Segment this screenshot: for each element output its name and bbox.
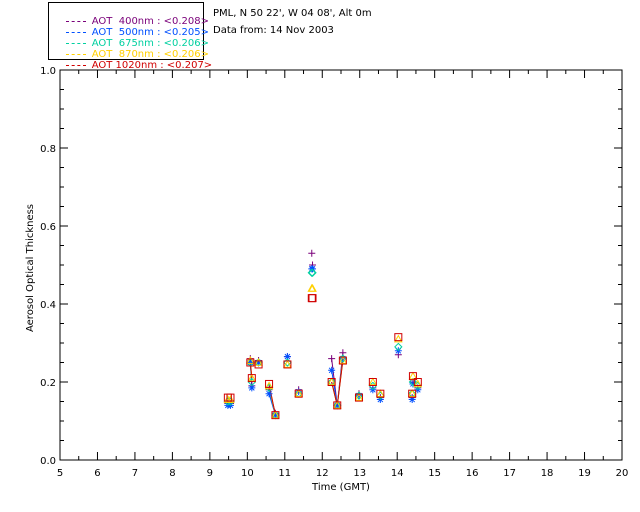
y-axis-label: Aerosol Optical Thickness <box>25 204 36 332</box>
x-tick-label: 10 <box>241 468 254 479</box>
y-tick-label: 0.4 <box>40 300 56 311</box>
x-tick-label: 19 <box>578 468 591 479</box>
y-tick-label: 0.8 <box>40 144 56 155</box>
x-tick-label: 7 <box>132 468 138 479</box>
data-point <box>246 359 254 366</box>
tick-labels: 5 6 7 8 9 10 11 12 13 14 15 16 17 18 19 20 0.0 0.2 0.4 0.6 0… <box>40 66 628 479</box>
legend-item-1020: AOT 1020nm : <0.207> <box>53 49 212 82</box>
x-tick-label: 13 <box>353 468 366 479</box>
x-tick-label: 18 <box>541 468 554 479</box>
x-tick-label: 20 <box>616 468 629 479</box>
legend-swatch <box>65 64 86 66</box>
x-tick-label: 11 <box>278 468 291 479</box>
y-tick-label: 0.6 <box>40 222 56 233</box>
x-tick-label: 6 <box>94 468 100 479</box>
data-points <box>223 249 423 420</box>
legend: AOT 400nm : <0.208> AOT 500nm : <0.205> … <box>48 2 212 71</box>
y-tick-label: 0.2 <box>40 378 56 389</box>
x-tick-label: 12 <box>316 468 329 479</box>
legend-label: AOT 1020nm : <0.207> <box>91 60 213 71</box>
y-tick-label: 0.0 <box>40 456 56 467</box>
x-tick-label: 9 <box>207 468 213 479</box>
x-tick-label: 14 <box>391 468 404 479</box>
x-tick-label: 17 <box>503 468 516 479</box>
data-point <box>368 377 378 386</box>
site-info: PML, N 50 22', W 04 08', Alt 0m <box>213 8 372 19</box>
x-axis-label: Time (GMT) <box>311 482 370 493</box>
x-tick-label: 8 <box>169 468 175 479</box>
date-info: Data from: 14 Nov 2003 <box>213 25 334 36</box>
data-point <box>328 355 336 363</box>
x-tick-label: 5 <box>57 468 63 479</box>
x-tick-label: 15 <box>428 468 441 479</box>
data-point <box>328 366 336 374</box>
x-tick-label: 16 <box>466 468 479 479</box>
data-point <box>308 249 316 257</box>
series-segment <box>336 360 344 406</box>
